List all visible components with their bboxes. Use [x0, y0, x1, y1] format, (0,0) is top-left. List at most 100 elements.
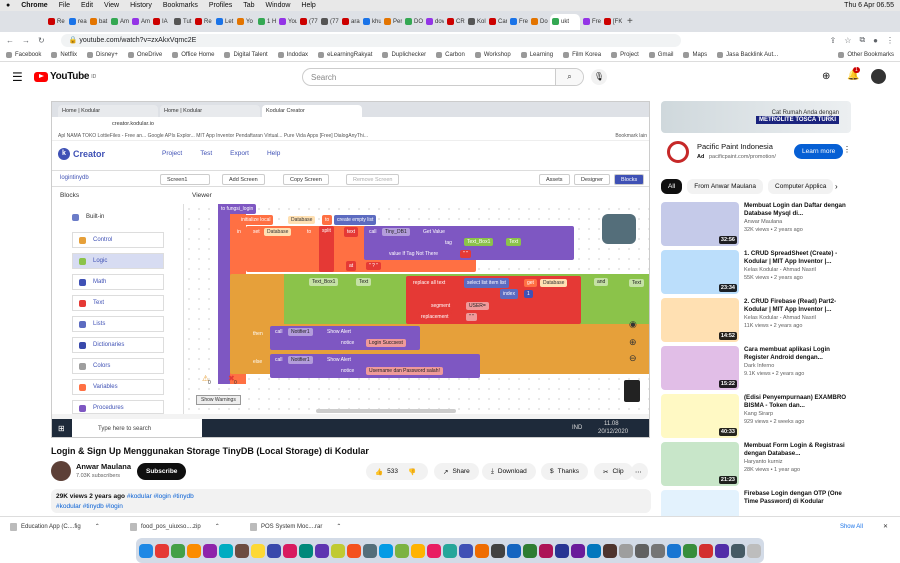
dock-app-icon[interactable]	[699, 543, 713, 558]
search-box[interactable]: Search ⌕	[302, 68, 584, 86]
recommendation-title[interactable]: (Edisi Penyempurnaan) EXAMBRO BISMA - To…	[744, 394, 848, 410]
ad-banner[interactable]: Cat Rumah Anda dengan METROLITE TOSCA TU…	[661, 101, 851, 133]
dock-app-icon[interactable]	[459, 543, 473, 558]
dock-app-icon[interactable]	[539, 543, 553, 558]
recommendation-title[interactable]: Membuat Form Login & Registrasi dengan D…	[744, 442, 848, 458]
dock-app-icon[interactable]	[731, 543, 745, 558]
dock-app-icon[interactable]	[635, 543, 649, 558]
recommendation-title[interactable]: Firebase Login dengan OTP (One Time Pass…	[744, 490, 848, 506]
dock-app-icon[interactable]	[715, 543, 729, 558]
dock-app-icon[interactable]	[155, 543, 169, 558]
menubar-edit[interactable]: Edit	[81, 2, 93, 9]
browser-tab[interactable]: Re	[46, 14, 66, 30]
browser-tab[interactable]: dov	[424, 14, 444, 30]
video-thumbnail[interactable]: 14:52	[661, 298, 739, 342]
browser-tab[interactable]: ukt	[550, 13, 580, 30]
search-input[interactable]: Search	[311, 73, 336, 82]
channel-name[interactable]: Anwar Maulana	[76, 462, 131, 471]
browser-tab[interactable]: Kol	[466, 14, 486, 30]
close-downloads-icon[interactable]: ✕	[883, 523, 888, 530]
video-thumbnail[interactable]: 32:56	[661, 202, 739, 246]
dock-app-icon[interactable]	[363, 543, 377, 558]
dock-app-icon[interactable]	[299, 543, 313, 558]
dock-app-icon[interactable]	[219, 543, 233, 558]
like-button[interactable]: 👍 533 👎	[366, 463, 428, 480]
dock-app-icon[interactable]	[443, 543, 457, 558]
ad-menu-icon[interactable]: ⋮	[843, 145, 851, 154]
menubar-history[interactable]: History	[130, 2, 152, 9]
browser-tab[interactable]: DO	[403, 14, 423, 30]
bookmark-item[interactable]: Maps	[683, 51, 707, 58]
bookmark-item[interactable]: Gmail	[648, 51, 673, 58]
browser-tab[interactable]: You	[277, 14, 297, 30]
browser-tab[interactable]: Let	[214, 14, 234, 30]
sidebar-ad[interactable]: Cat Rumah Anda dengan METROLITE TOSCA TU…	[661, 101, 851, 171]
browser-tab[interactable]: ara	[340, 14, 360, 30]
ad-title[interactable]: Pacific Paint Indonesia	[697, 142, 773, 151]
dock-app-icon[interactable]	[395, 543, 409, 558]
browser-tab[interactable]: Re	[193, 14, 213, 30]
star-icon[interactable]: ☆	[844, 36, 851, 45]
bookmark-item[interactable]: Indodax	[277, 51, 308, 58]
reload-icon[interactable]: ↻	[38, 36, 45, 45]
browser-tab[interactable]: bat	[88, 14, 108, 30]
dock-app-icon[interactable]	[251, 543, 265, 558]
recommendation-item[interactable]: 14:52 2. CRUD Firebase (Read) Part2- Kodu…	[661, 298, 851, 344]
bookmark-item[interactable]: Learning	[520, 51, 553, 58]
download-item-3[interactable]: POS System Moc....rar ⌃	[250, 522, 350, 531]
description-box[interactable]: 29K views 2 years ago #kodular #login #t…	[51, 489, 651, 513]
chevron-right-icon[interactable]: ›	[835, 182, 838, 191]
dock-app-icon[interactable]	[651, 543, 665, 558]
dock-app-icon[interactable]	[747, 543, 761, 558]
recommendation-title[interactable]: 1. CRUD SpreadSheet (Create) - Kodular |…	[744, 250, 848, 266]
dock-app-icon[interactable]	[427, 543, 441, 558]
menubar-bookmarks[interactable]: Bookmarks	[163, 2, 198, 9]
dock-app-icon[interactable]	[315, 543, 329, 558]
bookmark-item[interactable]: Netflix	[51, 51, 77, 58]
share-button[interactable]: ↗ Share	[434, 463, 479, 480]
browser-tab[interactable]: Am	[130, 14, 150, 30]
dock-app-icon[interactable]	[187, 543, 201, 558]
bookmark-item[interactable]: Disney+	[87, 51, 118, 58]
browser-tab[interactable]: Am	[109, 14, 129, 30]
dock-app-icon[interactable]	[619, 543, 633, 558]
recommendation-title[interactable]: 2. CRUD Firebase (Read) Part2- Kodular |…	[744, 298, 848, 314]
browser-tab[interactable]: Fre	[581, 14, 601, 30]
browser-tab[interactable]: Per	[382, 14, 402, 30]
dock-app-icon[interactable]	[235, 543, 249, 558]
download-item-2[interactable]: food_pos_uiuxso....zip ⌃	[130, 522, 230, 531]
browser-tab[interactable]: Do	[529, 14, 549, 30]
browser-tab[interactable]: Fre	[508, 14, 528, 30]
video-tags[interactable]: #kodular #login #tinydb	[127, 493, 194, 500]
recommendation-channel[interactable]: Dark Inferno	[744, 362, 848, 370]
recommendation-item[interactable]: 23:34 1. CRUD SpreadSheet (Create) - Kodu…	[661, 250, 851, 296]
bookmark-item[interactable]: Workshop	[474, 51, 511, 58]
browser-tab[interactable]: Yo	[235, 14, 255, 30]
browser-tab[interactable]: IA	[151, 14, 171, 30]
subscribe-button[interactable]: Subscribe	[137, 463, 187, 480]
dock-app-icon[interactable]	[523, 543, 537, 558]
dock-app-icon[interactable]	[283, 543, 297, 558]
advertiser-logo[interactable]	[667, 141, 689, 163]
new-tab-button[interactable]: +	[627, 16, 633, 27]
video-thumbnail[interactable]: 15:22	[661, 346, 739, 390]
dock-app-icon[interactable]	[331, 543, 345, 558]
video-tags-2[interactable]: #kodular #tinydb #login	[56, 503, 123, 510]
bookmark-item[interactable]: Jasa Backlink Aut...	[717, 51, 778, 58]
recommendation-item[interactable]: 21:23 Membuat Form Login & Registrasi den…	[661, 442, 851, 488]
browser-tab[interactable]: Car	[487, 14, 507, 30]
account-avatar[interactable]	[871, 69, 886, 84]
recommendation-channel[interactable]: Kelas Kodular - Ahmad Nasril	[744, 266, 848, 274]
download-item-1[interactable]: Education App (C....fig ⌃	[10, 522, 110, 531]
recommendation-channel[interactable]: Kelas Kodular - Ahmad Nasril	[744, 314, 848, 322]
address-bar[interactable]: 🔒 youtube.com/watch?v=zxAkxVqmc2E	[60, 33, 681, 47]
browser-tab[interactable]: (77	[319, 14, 339, 30]
recommendation-item[interactable]: 15:22 Cara membuat aplikasi Login Registe…	[661, 346, 851, 392]
bookmark-item[interactable]: eLearningRakyat	[318, 51, 372, 58]
extensions-icon[interactable]: ⧉	[859, 35, 865, 45]
dock-app-icon[interactable]	[347, 543, 361, 558]
clip-button[interactable]: ✂ Clip	[594, 463, 633, 480]
bookmark-item[interactable]: OneDrive	[127, 51, 162, 58]
chrome-menu-icon[interactable]: ⋮	[886, 36, 894, 45]
dock-app-icon[interactable]	[587, 543, 601, 558]
